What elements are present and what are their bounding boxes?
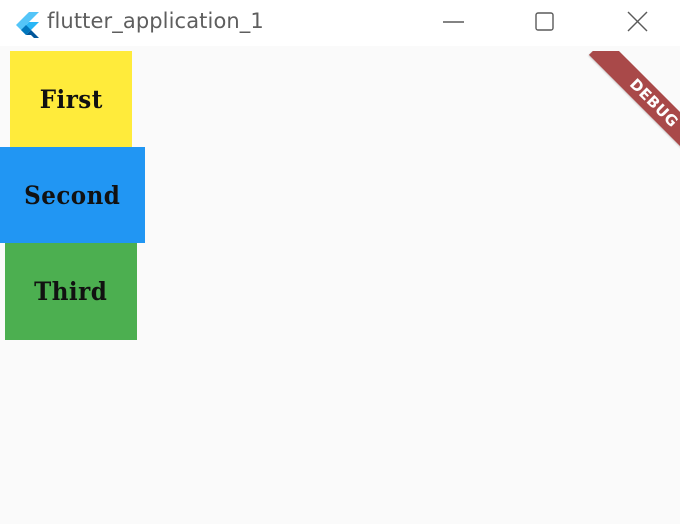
third-box: Third bbox=[5, 243, 137, 340]
maximize-icon bbox=[535, 12, 554, 31]
flutter-logo-icon bbox=[12, 6, 42, 40]
debug-banner-container: DEBUG bbox=[560, 51, 680, 171]
maximize-button[interactable] bbox=[522, 0, 568, 46]
close-button[interactable] bbox=[614, 0, 660, 46]
close-icon bbox=[627, 11, 648, 32]
third-label: Third bbox=[34, 277, 108, 306]
window-title: flutter_application_1 bbox=[47, 9, 264, 33]
debug-banner: DEBUG bbox=[588, 51, 680, 169]
second-box: Second bbox=[0, 147, 145, 243]
title-bar[interactable]: flutter_application_1 bbox=[0, 0, 680, 46]
app-window: flutter_application_1 First Second Third bbox=[0, 0, 680, 524]
first-label: First bbox=[39, 84, 103, 114]
second-label: Second bbox=[24, 180, 121, 210]
first-box: First bbox=[10, 51, 132, 147]
minimize-button[interactable] bbox=[430, 0, 476, 46]
debug-label: DEBUG bbox=[626, 75, 680, 131]
minimize-icon bbox=[443, 21, 464, 23]
